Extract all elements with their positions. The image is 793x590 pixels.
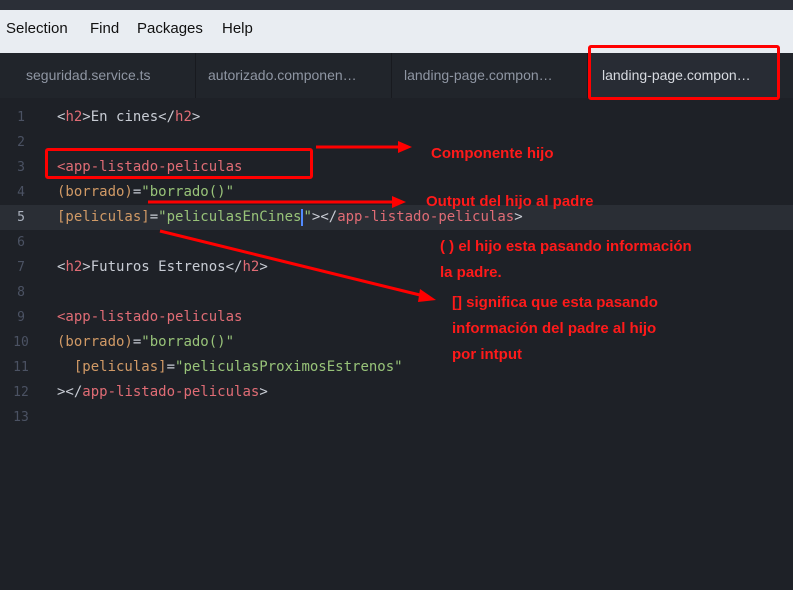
annotation-output: Output del hijo al padre bbox=[426, 193, 594, 210]
code-text: <h2>En cines</h2> bbox=[57, 109, 201, 125]
annotation-brackets-2: información del padre al hijo bbox=[452, 320, 657, 337]
component-highlight-box bbox=[45, 148, 313, 179]
tab-landing-page-component[interactable]: landing-page.compon… bbox=[392, 53, 588, 98]
line-number: 12 bbox=[13, 385, 29, 400]
menu-help[interactable]: Help bbox=[222, 20, 253, 37]
code-text: <h2>Futuros Estrenos</h2> bbox=[57, 259, 268, 275]
line-number: 5 bbox=[17, 210, 25, 225]
line-number: 4 bbox=[17, 185, 25, 200]
code-text: <app-listado-peliculas bbox=[57, 309, 243, 325]
menu-packages[interactable]: Packages bbox=[137, 20, 203, 37]
code-line: 12 ></app-listado-peliculas> bbox=[0, 380, 793, 405]
line-number: 6 bbox=[17, 235, 25, 250]
line-number: 9 bbox=[17, 310, 25, 325]
code-line: 4 (borrado)="borrado()" bbox=[0, 180, 793, 205]
title-bar bbox=[0, 0, 793, 10]
active-tab-highlight-box bbox=[588, 45, 780, 100]
code-line: 9 <app-listado-peliculas bbox=[0, 305, 793, 330]
code-line: 1 <h2>En cines</h2> bbox=[0, 105, 793, 130]
line-number: 8 bbox=[17, 285, 25, 300]
code-line: 11 [peliculas]="peliculasProximosEstreno… bbox=[0, 355, 793, 380]
tab-seguridad-service[interactable]: seguridad.service.ts bbox=[14, 53, 196, 98]
line-number: 1 bbox=[17, 110, 25, 125]
annotation-parentheses-2: la padre. bbox=[440, 264, 502, 281]
code-text: ></app-listado-peliculas> bbox=[57, 384, 268, 400]
code-line-current: 5 [peliculas]="peliculasEnCines "></app-li… bbox=[0, 205, 793, 230]
code-text: (borrado)="borrado()" bbox=[57, 184, 235, 200]
annotation-parentheses-1: ( ) el hijo esta pasando información bbox=[440, 238, 692, 255]
line-number: 3 bbox=[17, 160, 25, 175]
menu-find[interactable]: Find bbox=[90, 20, 119, 37]
code-line: 10 (borrado)="borrado()" bbox=[0, 330, 793, 355]
annotation-brackets-1: [] significa que esta pasando bbox=[452, 294, 658, 311]
annotation-componente-hijo: Componente hijo bbox=[431, 145, 554, 162]
line-number: 2 bbox=[17, 135, 25, 150]
tab-autorizado-component[interactable]: autorizado.componen… bbox=[196, 53, 392, 98]
code-line: 7 <h2>Futuros Estrenos</h2> bbox=[0, 255, 793, 280]
line-number: 7 bbox=[17, 260, 25, 275]
code-line: 13 bbox=[0, 405, 793, 430]
code-text: [peliculas]="peliculasProximosEstrenos" bbox=[73, 359, 403, 375]
code-text: (borrado)="borrado()" bbox=[57, 334, 235, 350]
code-line: 8 bbox=[0, 280, 793, 305]
line-number: 10 bbox=[13, 335, 29, 350]
menu-selection[interactable]: Selection bbox=[6, 20, 68, 37]
line-number: 13 bbox=[13, 410, 29, 425]
annotation-brackets-3: por intput bbox=[452, 346, 522, 363]
line-number: 11 bbox=[13, 360, 29, 375]
